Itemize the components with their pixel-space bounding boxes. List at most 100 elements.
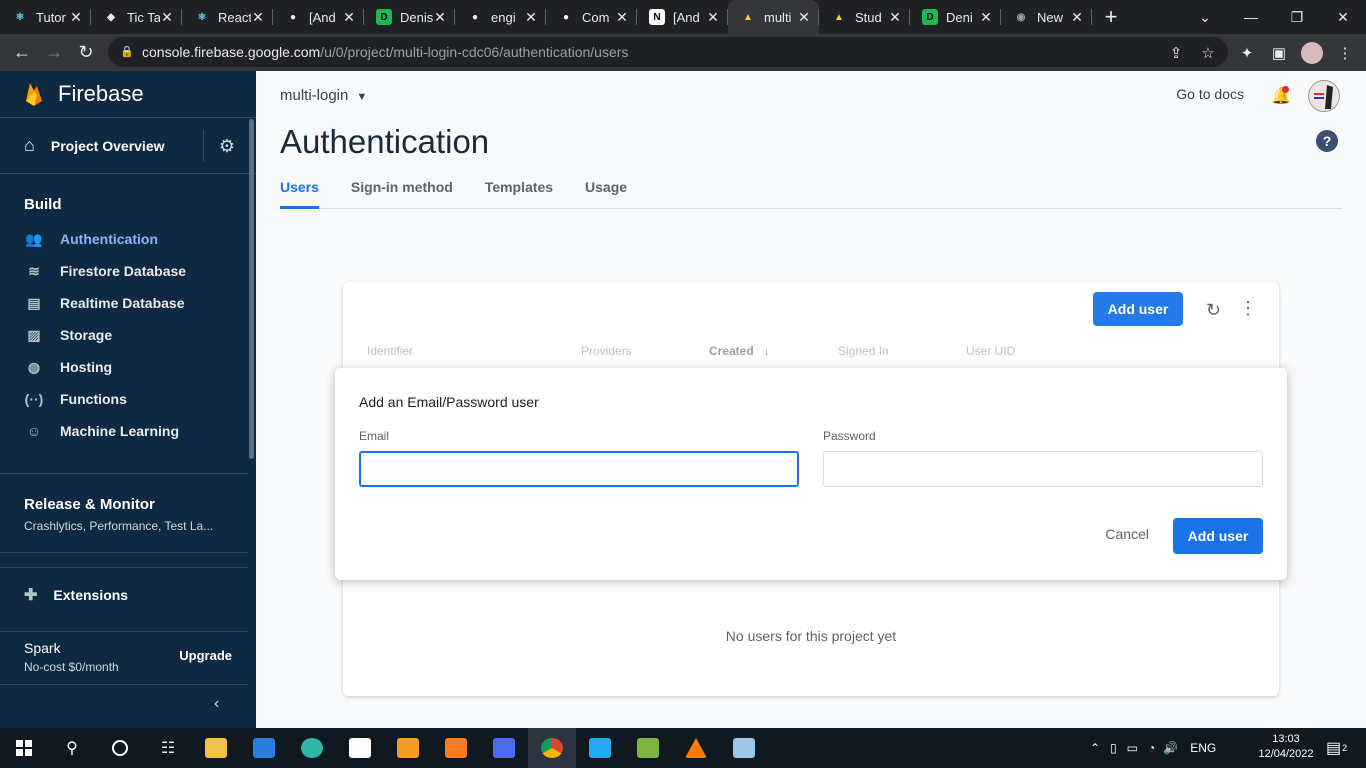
notepad-icon[interactable] [720,728,768,768]
minimize-icon[interactable]: — [1228,0,1274,34]
column-identifier[interactable]: Identifier [367,344,413,358]
tab-templates[interactable]: Templates [485,179,553,209]
tab-usage[interactable]: Usage [585,179,627,209]
browser-menu-icon[interactable]: ⋮ [1330,36,1360,70]
sidebar-item-machine-learning[interactable]: ☺ Machine Learning [0,415,256,447]
close-tab-icon[interactable]: ✕ [797,10,811,24]
wifi-icon[interactable]: ◔ [1148,741,1155,755]
cortana-icon[interactable] [96,728,144,768]
windows-start-icon[interactable] [0,728,48,768]
volume-icon[interactable]: 🔊 [1163,741,1178,755]
column-providers[interactable]: Providers [581,344,632,358]
tab-search-icon[interactable]: ⌄ [1182,0,1228,34]
file-explorer-icon[interactable] [192,728,240,768]
browser-tab[interactable]: ● engi ✕ [455,0,546,34]
sidebar-item-firestore-database[interactable]: ≋ Firestore Database [0,255,256,287]
close-tab-icon[interactable]: ✕ [706,10,720,24]
browser-tab[interactable]: ⚛ Tutor ✕ [0,0,91,34]
browser-tab[interactable]: ◉ New ✕ [1001,0,1092,34]
new-tab-icon[interactable]: + [1096,0,1126,34]
go-to-docs-link[interactable]: Go to docs [1176,86,1244,102]
edge-icon[interactable] [288,728,336,768]
browser-tab[interactable]: ◈ Tic Ta ✕ [91,0,182,34]
chart-app-icon[interactable] [624,728,672,768]
gear-icon[interactable]: ⚙ [216,135,238,157]
sidebar-item-functions[interactable]: (··) Functions [0,383,256,415]
address-bar[interactable]: 🔒 console.firebase.google.com/u/0/projec… [108,37,1228,67]
reload-icon[interactable]: ↻ [70,37,102,69]
taskbar-clock[interactable]: 13:03 12/04/2022 [1256,732,1316,762]
profile-avatar[interactable] [1297,36,1327,70]
sidebar-scrollbar[interactable] [249,119,254,459]
xampp-icon[interactable] [432,728,480,768]
collapse-sidebar-icon[interactable]: ‹ [214,695,232,713]
battery-icon[interactable]: ▭ [1127,741,1138,755]
browser-tab[interactable]: ● Com ✕ [546,0,637,34]
column-signed-in[interactable]: Signed In [838,344,889,358]
tab-users[interactable]: Users [280,179,319,209]
browser-tab[interactable]: ● [And ✕ [273,0,364,34]
tray-expand-icon[interactable]: ⌃ [1090,741,1100,755]
sidebar-item-extensions[interactable]: ✚ Extensions [0,567,248,621]
add-user-confirm-button[interactable]: Add user [1173,518,1263,554]
more-options-icon[interactable]: ⋮ [1239,298,1257,319]
sidebar-item-authentication[interactable]: 👥 Authentication [0,223,256,255]
side-panel-icon[interactable]: ▣ [1264,36,1294,70]
vscode-icon[interactable] [576,728,624,768]
close-tab-icon[interactable]: ✕ [1070,10,1084,24]
close-window-icon[interactable]: ✕ [1320,0,1366,34]
upgrade-button[interactable]: Upgrade [179,648,232,663]
refresh-icon[interactable]: ↻ [1206,300,1221,321]
browser-tab[interactable]: ⚛ React ✕ [182,0,273,34]
cancel-button[interactable]: Cancel [1105,526,1149,542]
close-tab-icon[interactable]: ✕ [160,10,174,24]
project-selector[interactable]: multi-login ▼ [280,87,367,104]
language-indicator[interactable]: ENG [1190,741,1216,755]
vlc-icon[interactable] [672,728,720,768]
build-heading[interactable]: Build [0,174,256,219]
notifications-bell-icon[interactable]: 🔔 [1271,86,1291,106]
chrome-icon[interactable] [528,728,576,768]
bookmark-star-icon[interactable]: ☆ [1193,36,1223,70]
close-tab-icon[interactable]: ✕ [615,10,629,24]
firebase-brand[interactable]: Firebase [0,71,256,118]
account-avatar[interactable] [1308,80,1340,112]
close-tab-icon[interactable]: ✕ [342,10,356,24]
restore-icon[interactable]: ❐ [1274,0,1320,34]
browser-tab[interactable]: D Denis ✕ [364,0,455,34]
close-tab-icon[interactable]: ✕ [69,10,83,24]
close-tab-icon[interactable]: ✕ [524,10,538,24]
help-icon[interactable]: ? [1316,130,1338,152]
task-view-icon[interactable]: ☷ [144,728,192,768]
close-tab-icon[interactable]: ✕ [251,10,265,24]
notification-center-icon[interactable]: ▤ 2 [1326,728,1347,768]
mail-icon[interactable] [240,728,288,768]
close-tab-icon[interactable]: ✕ [979,10,993,24]
sublime-icon[interactable] [384,728,432,768]
close-tab-icon[interactable]: ✕ [888,10,902,24]
sidebar-item-hosting[interactable]: ◍ Hosting [0,351,256,383]
column-user-uid[interactable]: User UID [966,344,1015,358]
extensions-puzzle-icon[interactable]: ✦ [1232,36,1262,70]
email-field[interactable] [359,451,799,487]
tab-sign-in-method[interactable]: Sign-in method [351,179,453,209]
back-icon[interactable]: ← [6,37,38,69]
share-icon[interactable]: ⇪ [1161,36,1191,70]
forward-icon[interactable]: → [38,37,70,69]
sidebar-item-storage[interactable]: ▨ Storage [0,319,256,351]
app-w-icon[interactable] [336,728,384,768]
browser-tab[interactable]: D Deni ✕ [910,0,1001,34]
close-tab-icon[interactable]: ✕ [433,10,447,24]
project-overview-item[interactable]: ⌂ Project Overview ⚙ [0,118,256,174]
tray-device-icon[interactable]: ▯ [1110,741,1117,755]
sidebar-item-realtime-database[interactable]: ▤ Realtime Database [0,287,256,319]
search-icon[interactable]: ⚲ [48,728,96,768]
browser-tab[interactable]: ▲ Stud ✕ [819,0,910,34]
add-user-button[interactable]: Add user [1093,292,1183,326]
release-monitor-section[interactable]: Release & Monitor Crashlytics, Performan… [0,473,248,553]
browser-tab[interactable]: N [And ✕ [637,0,728,34]
store-icon[interactable] [480,728,528,768]
column-created[interactable]: Created ↓ [709,344,770,358]
browser-tab[interactable]: ▲ multi ✕ [728,0,819,34]
password-field[interactable] [823,451,1263,487]
